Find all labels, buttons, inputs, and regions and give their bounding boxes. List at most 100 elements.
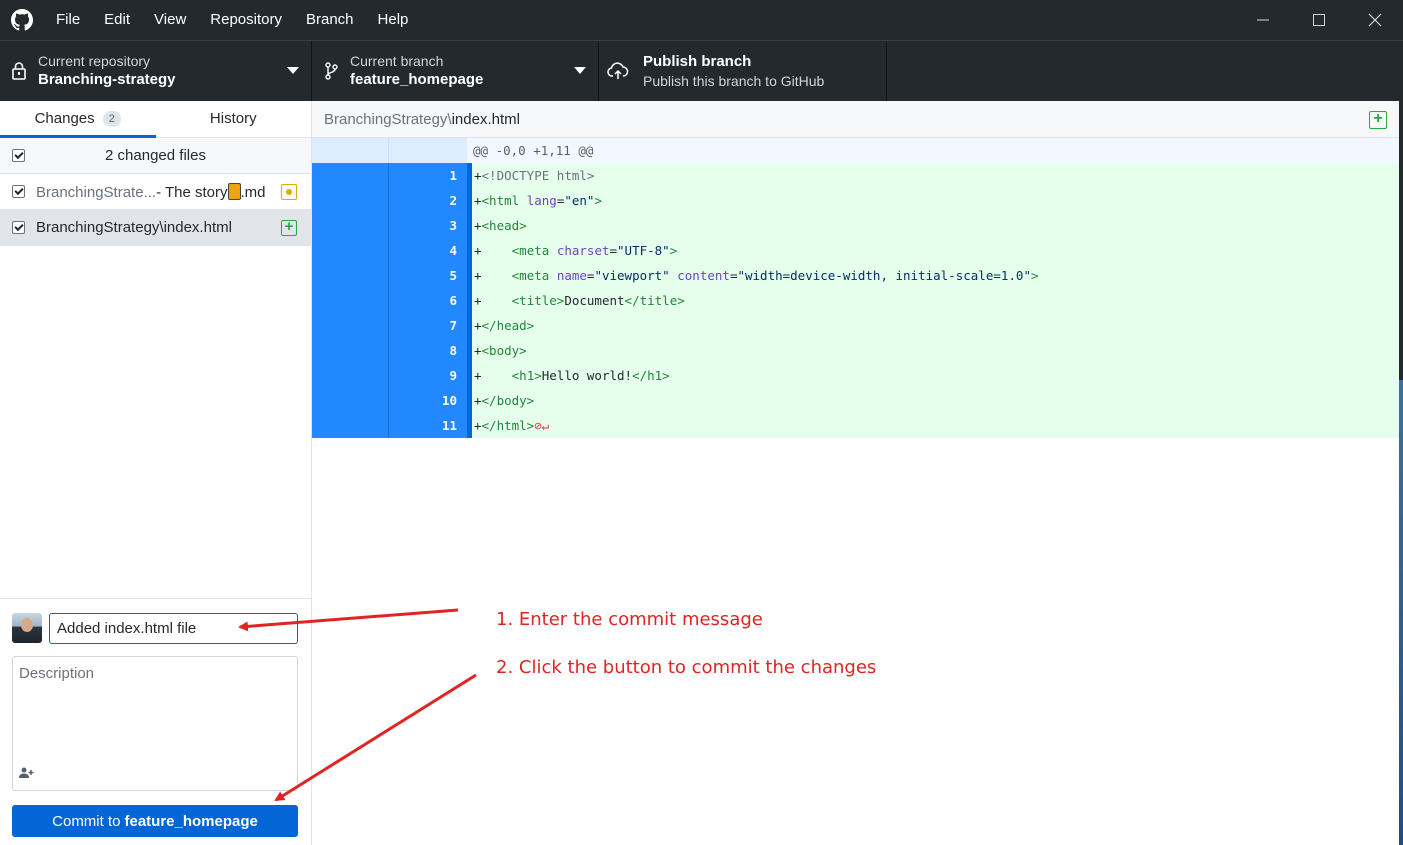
github-logo-icon bbox=[0, 0, 44, 40]
diff-line[interactable]: 6 + <title>Document</title> bbox=[312, 288, 1399, 313]
diff-line[interactable]: 4 + <meta charset="UTF-8"> bbox=[312, 238, 1399, 263]
diff-line[interactable]: 8 +<body> bbox=[312, 338, 1399, 363]
code-line: +<body> bbox=[472, 338, 1399, 363]
line-number: 5 bbox=[389, 263, 467, 288]
line-number: 10 bbox=[389, 388, 467, 413]
modified-status-icon bbox=[281, 183, 297, 200]
menu-branch[interactable]: Branch bbox=[294, 0, 366, 40]
menu-view[interactable]: View bbox=[142, 0, 198, 40]
menu-bar: File Edit View Repository Branch Help bbox=[44, 0, 420, 40]
annotation-step2: 2. Click the button to commit the change… bbox=[496, 657, 877, 678]
cloud-upload-icon bbox=[599, 61, 637, 81]
menu-help[interactable]: Help bbox=[366, 0, 421, 40]
commit-description-box bbox=[12, 656, 298, 791]
add-coauthor-icon[interactable] bbox=[19, 767, 35, 782]
line-number: 9 bbox=[389, 363, 467, 388]
line-number: 1 bbox=[389, 163, 467, 188]
tab-history[interactable]: History bbox=[156, 101, 312, 137]
line-number: 3 bbox=[389, 213, 467, 238]
code-line: +</html>⊘↵ bbox=[472, 413, 1399, 438]
changes-count-badge: 2 bbox=[102, 111, 121, 127]
code-line: + <meta name="viewport" content="width=d… bbox=[472, 263, 1399, 288]
branch-icon bbox=[312, 61, 350, 81]
menu-repository[interactable]: Repository bbox=[198, 0, 294, 40]
repository-label: Current repository bbox=[38, 53, 151, 69]
code-line: +<head> bbox=[472, 213, 1399, 238]
file-row[interactable]: BranchingStrate...- The story .md bbox=[0, 174, 311, 210]
commit-button-prefix: Commit to bbox=[52, 812, 121, 830]
minimize-icon[interactable] bbox=[1235, 0, 1291, 40]
diff-path-file: index.html bbox=[451, 110, 520, 128]
diff-line[interactable]: 10 +</body> bbox=[312, 388, 1399, 413]
line-number: 11 bbox=[389, 413, 467, 438]
no-newline-icon: ⊘↵ bbox=[534, 418, 550, 433]
file-checkbox[interactable] bbox=[12, 185, 25, 198]
code-line: + <meta charset="UTF-8"> bbox=[472, 238, 1399, 263]
branch-dropdown-icon bbox=[574, 67, 586, 74]
hunk-header[interactable]: @@ -0,0 +1,11 @@ bbox=[312, 138, 1399, 163]
commit-button-branch: feature_homepage bbox=[124, 812, 258, 830]
menu-file[interactable]: File bbox=[44, 0, 92, 40]
sidebar-tabs: Changes 2 History bbox=[0, 101, 311, 138]
diff-line[interactable]: 11 +</html>⊘↵ bbox=[312, 413, 1399, 438]
commit-panel: Commit tofeature_homepage bbox=[0, 598, 311, 845]
line-number: 2 bbox=[389, 188, 467, 213]
commit-description-input[interactable] bbox=[13, 657, 297, 757]
changed-files-count: 2 changed files bbox=[105, 147, 206, 164]
tab-changes[interactable]: Changes 2 bbox=[0, 101, 156, 138]
line-number: 4 bbox=[389, 238, 467, 263]
desktop-background bbox=[1399, 380, 1403, 845]
branch-label: Current branch bbox=[350, 53, 444, 69]
diff-line[interactable]: 9 + <h1>Hello world!</h1> bbox=[312, 363, 1399, 388]
changed-files-header: 2 changed files bbox=[0, 138, 311, 174]
code-line: + <title>Document</title> bbox=[472, 288, 1399, 313]
line-number: 6 bbox=[389, 288, 467, 313]
diff-view: BranchingStrategy\ index.html + @@ -0,0 +… bbox=[312, 101, 1399, 845]
close-icon[interactable] bbox=[1347, 0, 1403, 40]
repository-dropdown-icon bbox=[287, 67, 299, 74]
annotation-step1: 1. Enter the commit message bbox=[496, 609, 763, 630]
current-branch-button[interactable]: Current branch feature_homepage bbox=[312, 41, 599, 101]
menu-edit[interactable]: Edit bbox=[92, 0, 142, 40]
file-row[interactable]: BranchingStrategy\index.html + bbox=[0, 210, 311, 246]
diff-line[interactable]: 2 +<html lang="en"> bbox=[312, 188, 1399, 213]
window-controls bbox=[1235, 0, 1403, 40]
code-line: +<html lang="en"> bbox=[472, 188, 1399, 213]
lock-icon bbox=[0, 61, 38, 81]
code-line: +<!DOCTYPE html> bbox=[472, 163, 1399, 188]
code-line: +</head> bbox=[472, 313, 1399, 338]
diff-line[interactable]: 7 +</head> bbox=[312, 313, 1399, 338]
select-all-checkbox[interactable] bbox=[12, 149, 25, 162]
tab-history-label: History bbox=[209, 110, 257, 127]
maximize-icon[interactable] bbox=[1291, 0, 1347, 40]
added-status-icon: + bbox=[281, 219, 297, 236]
diff-file-path: BranchingStrategy\ index.html + bbox=[312, 101, 1399, 138]
toolbar: Current repository Branching-strategy Cu… bbox=[0, 40, 1403, 101]
publish-subtitle: Publish this branch to GitHub bbox=[643, 73, 825, 89]
sidebar: Changes 2 History 2 changed files Branch… bbox=[0, 101, 312, 845]
line-number: 7 bbox=[389, 313, 467, 338]
code-line: +</body> bbox=[472, 388, 1399, 413]
publish-title: Publish branch bbox=[643, 53, 752, 70]
highlight-marker-icon bbox=[227, 182, 241, 200]
commit-button[interactable]: Commit to feature_homepage bbox=[12, 805, 298, 837]
diff-path-dir: BranchingStrategy\ bbox=[324, 110, 452, 128]
added-status-icon: + bbox=[1369, 111, 1387, 129]
branch-name: feature_homepage bbox=[350, 71, 484, 88]
avatar bbox=[12, 613, 42, 643]
file-path: BranchingStrate...- The story .md bbox=[36, 182, 266, 201]
current-repository-button[interactable]: Current repository Branching-strategy bbox=[0, 41, 312, 101]
diff-line[interactable]: 3 +<head> bbox=[312, 213, 1399, 238]
repository-name: Branching-strategy bbox=[38, 71, 176, 88]
tab-changes-label: Changes bbox=[34, 110, 95, 127]
code-line: + <h1>Hello world!</h1> bbox=[472, 363, 1399, 388]
commit-summary-input[interactable] bbox=[49, 613, 298, 644]
file-path: BranchingStrategy\index.html bbox=[36, 219, 232, 236]
diff-line[interactable]: 1 +<!DOCTYPE html> bbox=[312, 163, 1399, 188]
line-number: 8 bbox=[389, 338, 467, 363]
file-checkbox[interactable] bbox=[12, 221, 25, 234]
publish-branch-button[interactable]: Publish branch Publish this branch to Gi… bbox=[599, 41, 887, 101]
hunk-text: @@ -0,0 +1,11 @@ bbox=[473, 143, 594, 158]
diff-line[interactable]: 5 + <meta name="viewport" content="width=… bbox=[312, 263, 1399, 288]
title-bar: File Edit View Repository Branch Help bbox=[0, 0, 1403, 40]
